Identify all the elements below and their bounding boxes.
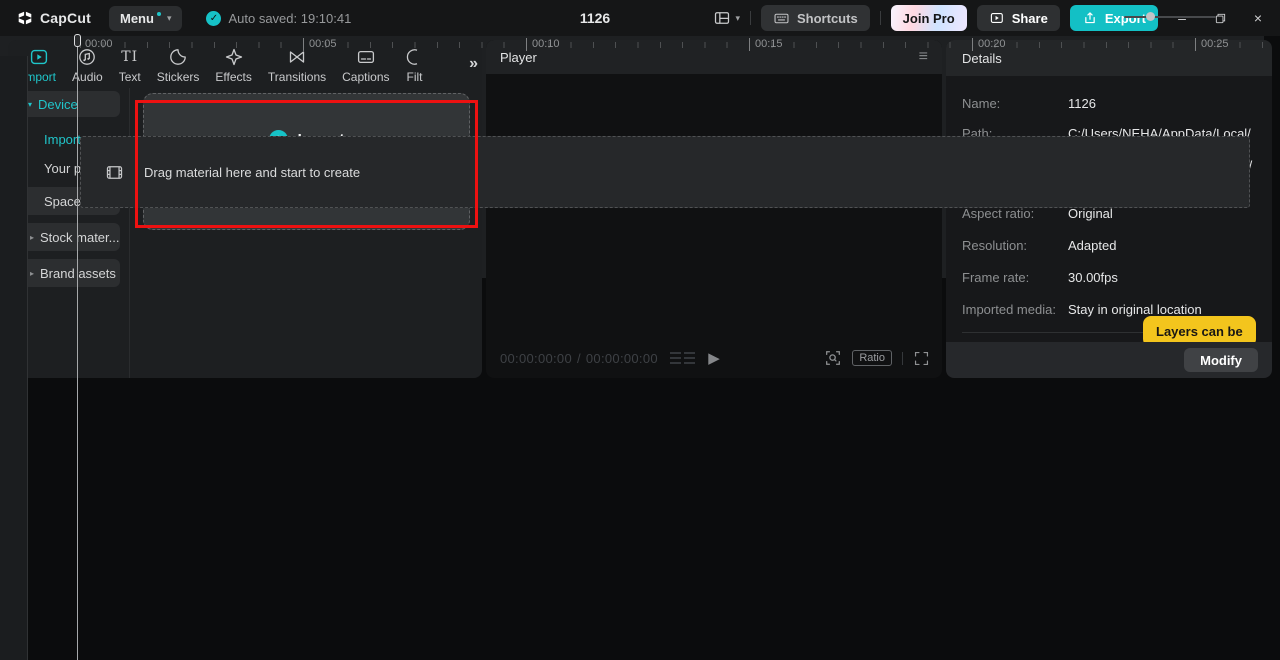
detail-row-aspect-ratio: Aspect ratio: Original	[946, 206, 1272, 222]
slider-handle[interactable]	[1146, 12, 1155, 21]
focus-zoom-icon[interactable]	[824, 349, 842, 367]
chevron-down-icon: ▾	[735, 13, 740, 24]
triangle-right-icon: ▸	[30, 233, 34, 242]
close-button[interactable]: ×	[1244, 10, 1272, 26]
keyboard-icon	[773, 10, 790, 27]
restore-window-button[interactable]	[1206, 12, 1234, 25]
play-button[interactable]: ▶	[708, 349, 720, 367]
timecode: 00:00:00:00 / 00:00:00:00	[500, 351, 658, 366]
frame-view-icon	[670, 352, 695, 365]
playhead-handle[interactable]	[74, 34, 81, 47]
track-header-gutter	[0, 56, 28, 278]
menu-notification-dot	[157, 12, 161, 16]
detail-row-resolution: Resolution: Adapted	[946, 238, 1272, 254]
divider	[902, 352, 903, 365]
fullscreen-icon[interactable]	[913, 350, 930, 367]
player-controls: 00:00:00:00 / 00:00:00:00 ▶ Ratio	[486, 338, 942, 378]
minimize-button[interactable]: –	[1168, 10, 1196, 26]
more-tabs-chevron-icon[interactable]: »	[469, 55, 478, 73]
sidebar-item-brand-assets[interactable]: ▸ Brand assets	[16, 259, 120, 287]
divider	[750, 11, 751, 25]
timeline-zoom-slider[interactable]	[1124, 16, 1216, 18]
dropzone-text: Drag material here and start to create	[144, 165, 360, 180]
project-title: 1126	[520, 10, 670, 26]
sidebar-item-device[interactable]: ▾ Device	[16, 91, 120, 117]
chevron-down-icon: ▾	[167, 13, 172, 24]
player-panel: Player ≡ 00:00:00:00 / 00:00:00:00 ▶ Rat…	[486, 40, 942, 378]
ratio-button[interactable]: Ratio	[852, 350, 892, 366]
details-footer-bar: Modify	[946, 342, 1272, 378]
detail-row-frame-rate: Frame rate: 30.00fps	[946, 270, 1272, 286]
detail-row-name: Name: 1126	[946, 96, 1272, 112]
join-pro-button[interactable]: Join Pro	[891, 5, 967, 31]
capcut-logo: CapCut	[16, 9, 91, 27]
details-panel: Details Name: 1126 Path: C:/Users/NEHA/A…	[946, 40, 1272, 378]
divider	[880, 11, 881, 25]
menu-button[interactable]: Menu ▾	[109, 6, 182, 31]
timeline-dropzone[interactable]: Drag material here and start to create	[80, 136, 1250, 208]
autosave-status: ✓ Auto saved: 19:10:41	[206, 11, 351, 26]
playhead[interactable]	[73, 34, 82, 278]
sidebar-item-stock-materials[interactable]: ▸ Stock mater...	[16, 223, 120, 251]
triangle-down-icon: ▾	[28, 100, 32, 109]
topbar: CapCut Menu ▾ ✓ Auto saved: 19:10:41 112…	[0, 0, 1280, 36]
capcut-logo-text: CapCut	[40, 10, 91, 26]
film-icon	[105, 163, 124, 182]
check-icon: ✓	[206, 11, 221, 26]
share-button[interactable]: Share	[977, 5, 1060, 31]
shortcuts-button[interactable]: Shortcuts	[761, 5, 870, 31]
playhead-line	[77, 47, 78, 278]
timeline-ruler[interactable]: 00:00 00:05 00:10 00:15 00:20 00:25	[0, 34, 1264, 56]
layout-switch-button[interactable]: ▾	[713, 9, 740, 27]
export-icon	[1082, 10, 1098, 26]
ruler-ticks	[80, 42, 1264, 48]
share-icon	[989, 10, 1005, 26]
modify-button[interactable]: Modify	[1184, 348, 1258, 372]
autosave-text: Auto saved: 19:10:41	[228, 11, 351, 26]
capcut-logo-icon	[16, 9, 34, 27]
export-button[interactable]: Export	[1070, 5, 1158, 31]
triangle-right-icon: ▸	[30, 269, 34, 278]
